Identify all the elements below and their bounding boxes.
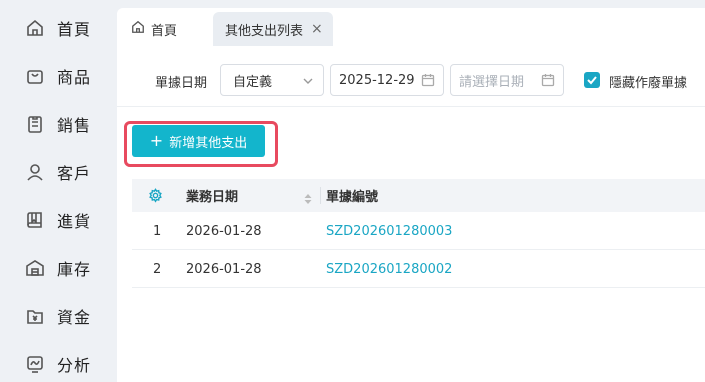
sidebar-item-funds[interactable]: 資金 — [0, 292, 117, 340]
sidebar-item-label: 商品 — [57, 68, 92, 87]
column-header-document-number[interactable]: 單據編號 — [326, 179, 378, 212]
hide-void-checkbox[interactable] — [584, 72, 600, 88]
tab-home[interactable]: 首頁 — [131, 12, 177, 46]
sidebar-item-label: 客戶 — [57, 164, 92, 183]
calendar-icon — [541, 73, 555, 87]
table-header: 業務日期 單據編號 — [132, 179, 705, 212]
sidebar-item-label: 銷售 — [57, 116, 92, 135]
sidebar-item-label: 進貨 — [57, 212, 92, 231]
sidebar-item-label: 首頁 — [57, 20, 92, 39]
content-area: 單據日期 自定義 2025-12-29 請選擇日期 隱藏作廢單據 + 新增其他支… — [117, 46, 705, 382]
close-icon[interactable]: × — [311, 21, 323, 37]
book-icon — [24, 209, 46, 231]
tab-active-label: 其他支出列表 — [225, 23, 304, 39]
chart-icon — [24, 353, 46, 375]
wallet-icon — [24, 305, 46, 327]
end-date-field[interactable]: 請選擇日期 — [450, 64, 564, 96]
column-header-business-date[interactable]: 業務日期 — [186, 179, 238, 212]
row-index: 2 — [153, 261, 162, 277]
plus-icon: + — [149, 131, 164, 150]
calendar-icon — [421, 73, 435, 87]
divider — [117, 106, 705, 107]
sidebar-item-analysis[interactable]: 分析 — [0, 340, 117, 382]
home-icon — [24, 17, 46, 39]
sidebar-item-inventory[interactable]: 庫存 — [0, 244, 117, 292]
sidebar-item-label: 資金 — [57, 308, 92, 327]
sidebar: 首頁 商品 銷售 客戶 進貨 庫存 資金 分析 — [0, 0, 117, 382]
date-range-select[interactable]: 自定義 — [220, 64, 324, 96]
sidebar-item-label: 分析 — [57, 356, 92, 375]
add-button-label: 新增其他支出 — [169, 135, 248, 151]
sidebar-item-products[interactable]: 商品 — [0, 52, 117, 100]
home-icon — [131, 20, 145, 38]
tab-other-expense-list[interactable]: 其他支出列表 × — [213, 12, 333, 46]
user-icon — [24, 161, 46, 183]
start-date-value: 2025-12-29 — [339, 72, 415, 88]
sidebar-item-sales[interactable]: 銷售 — [0, 100, 117, 148]
sort-icon[interactable] — [303, 190, 313, 204]
start-date-field[interactable]: 2025-12-29 — [330, 64, 444, 96]
clipboard-icon — [24, 113, 46, 135]
column-separator — [320, 187, 321, 204]
column-settings-icon[interactable] — [148, 179, 164, 212]
date-range-select-value: 自定義 — [233, 74, 273, 90]
add-other-expense-button[interactable]: + 新增其他支出 — [132, 125, 265, 157]
sidebar-item-home[interactable]: 首頁 — [0, 4, 117, 52]
tab-bar: 首頁 其他支出列表 × — [117, 8, 705, 46]
tab-home-label: 首頁 — [151, 23, 178, 39]
sidebar-item-purchase[interactable]: 進貨 — [0, 196, 117, 244]
row-document-number-link[interactable]: SZD202601280002 — [326, 250, 452, 288]
hide-void-label[interactable]: 隱藏作廢單據 — [609, 72, 687, 91]
row-business-date: 2026-01-28 — [186, 223, 262, 239]
row-business-date: 2026-01-28 — [186, 261, 262, 277]
row-document-number-link[interactable]: SZD202601280003 — [326, 212, 452, 250]
document-date-label: 單據日期 — [155, 76, 208, 91]
table-row[interactable]: 2 2026-01-28 SZD202601280002 — [132, 250, 705, 288]
sidebar-item-label: 庫存 — [57, 260, 92, 279]
warehouse-icon — [24, 257, 46, 279]
main-panel: 首頁 其他支出列表 × 單據日期 自定義 2025-12-29 請選擇日期 隱藏… — [117, 0, 705, 382]
end-date-placeholder: 請選擇日期 — [459, 74, 525, 90]
chevron-down-icon — [303, 75, 313, 85]
table-row[interactable]: 1 2026-01-28 SZD202601280003 — [132, 212, 705, 250]
row-index: 1 — [153, 223, 162, 239]
check-icon — [587, 76, 597, 85]
bag-icon — [24, 65, 46, 87]
sidebar-item-customers[interactable]: 客戶 — [0, 148, 117, 196]
